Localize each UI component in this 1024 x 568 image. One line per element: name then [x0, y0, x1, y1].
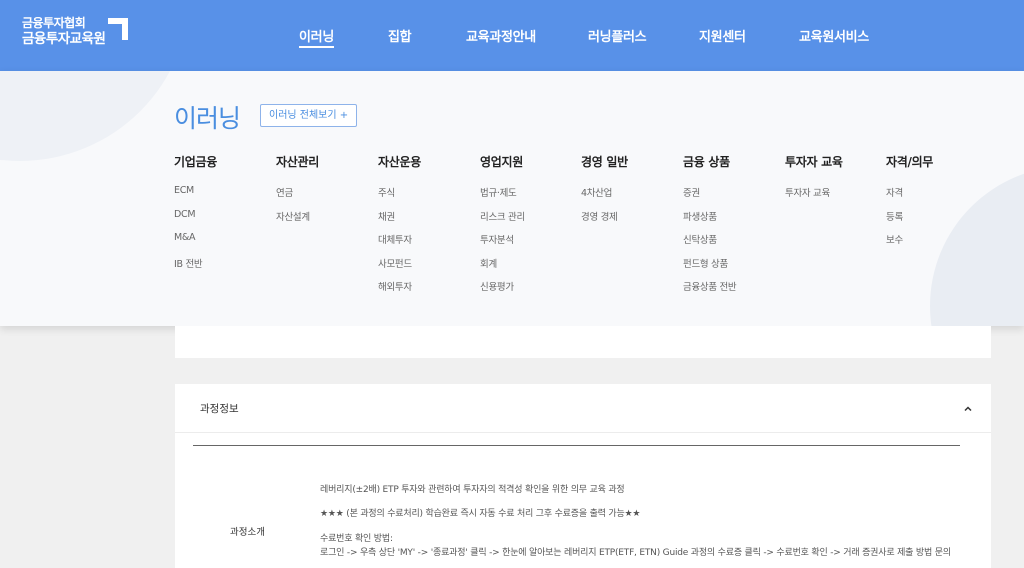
menu-item[interactable]: 사모펀드: [378, 256, 421, 280]
menu-column-heading[interactable]: 영업지원: [480, 153, 525, 170]
course-intro-text: 로그인 -> 우측 상단 'MY' -> '종료과정' 클릭 -> 한눈에 알아…: [320, 548, 951, 558]
nav-support-center[interactable]: 지원센터: [699, 26, 746, 45]
chevron-up-icon[interactable]: [963, 404, 973, 414]
menu-column: 투자자 교육 투자자 교육: [785, 153, 843, 209]
view-all-elearning-button[interactable]: 이러닝 전체보기 +: [260, 104, 358, 127]
menu-item[interactable]: 파생상품: [683, 209, 736, 233]
menu-item[interactable]: 연금: [276, 185, 319, 209]
menu-column: 경영 일반 4차산업 경영 경제: [581, 153, 628, 232]
top-header: 금융투자협회 금융투자교육원 이러닝 집합 교육과정안내 러닝플러스 지원센터 …: [0, 0, 1024, 71]
menu-item[interactable]: 회계: [480, 256, 525, 280]
menu-item[interactable]: M&A: [174, 232, 217, 256]
course-intro-text: ★★★ (본 과정의 수료처리) 학습완료 즉시 자동 수료 처리 그후 수료증…: [320, 509, 641, 519]
menu-item[interactable]: 자격: [886, 185, 933, 209]
menu-item[interactable]: 리스크 관리: [480, 209, 525, 233]
nav-elearning[interactable]: 이러닝: [299, 26, 334, 48]
logo-line1: 금융투자협회: [22, 16, 86, 30]
menu-item[interactable]: 해외투자: [378, 279, 421, 303]
nav-classroom[interactable]: 집합: [388, 26, 412, 45]
menu-item[interactable]: 자산설계: [276, 209, 319, 233]
menu-item[interactable]: 펀드형 상품: [683, 256, 736, 280]
menu-item[interactable]: 금융상품 전반: [683, 279, 737, 303]
menu-item[interactable]: 신탁상품: [683, 232, 736, 256]
menu-item[interactable]: 주식: [378, 185, 421, 209]
menu-column: 자산운용 주식 채권 대체투자 사모펀드 해외투자: [378, 153, 421, 303]
course-intro-text: 레버리지(±2배) ETP 투자와 관련하여 투자자의 적격성 확인을 위한 의…: [320, 485, 625, 495]
menu-item[interactable]: ECM: [174, 185, 217, 209]
menu-column-heading[interactable]: 기업금융: [174, 153, 217, 170]
menu-column-heading[interactable]: 투자자 교육: [785, 153, 843, 170]
menu-item[interactable]: 경영 경제: [581, 209, 628, 233]
decorative-circle: [0, 71, 190, 161]
menu-item[interactable]: 보수: [886, 232, 933, 256]
menu-column: 기업금융 ECM DCM M&A IB 전반: [174, 153, 217, 279]
menu-item[interactable]: 4차산업: [581, 185, 628, 209]
menu-column-heading[interactable]: 금융 상품: [683, 153, 736, 170]
section-divider: [193, 445, 960, 446]
decorative-circle: [930, 166, 1024, 326]
content-card: [175, 326, 991, 358]
menu-item[interactable]: 투자자 교육: [785, 185, 843, 209]
mega-menu-title: 이러닝: [174, 104, 241, 133]
menu-column: 금융 상품 증권 파생상품 신탁상품 펀드형 상품 금융상품 전반: [683, 153, 737, 303]
menu-column-heading[interactable]: 경영 일반: [581, 153, 628, 170]
course-info-title: 과정정보: [200, 403, 239, 415]
nav-learning-plus[interactable]: 러닝플러스: [588, 26, 647, 45]
menu-column-heading[interactable]: 자산운용: [378, 153, 421, 170]
nav-services[interactable]: 교육원서비스: [799, 26, 869, 45]
logo-line2: 금융투자교육원: [22, 31, 106, 47]
menu-item[interactable]: DCM: [174, 209, 217, 233]
menu-item[interactable]: 신용평가: [480, 279, 525, 303]
menu-item[interactable]: 등록: [886, 209, 933, 233]
logo-mark-icon: [108, 18, 128, 40]
menu-item[interactable]: 대체투자: [378, 232, 421, 256]
course-intro-text: 수료번호 확인 방법:: [320, 534, 393, 544]
course-info-header[interactable]: 과정정보: [175, 384, 991, 433]
menu-item[interactable]: IB 전반: [174, 256, 217, 280]
menu-column: 자산관리 연금 자산설계: [276, 153, 319, 232]
menu-column-heading[interactable]: 자산관리: [276, 153, 319, 170]
site-logo[interactable]: 금융투자협회 금융투자교육원: [22, 16, 106, 48]
menu-item[interactable]: 증권: [683, 185, 736, 209]
course-intro-label: 과정소개: [230, 527, 265, 538]
menu-item[interactable]: 채권: [378, 209, 421, 233]
mega-menu-panel: 이러닝 이러닝 전체보기 + 기업금융 ECM DCM M&A IB 전반 자산…: [0, 71, 1024, 326]
menu-column: 자격/의무 자격 등록 보수: [886, 153, 933, 256]
menu-item[interactable]: 투자분석: [480, 232, 525, 256]
menu-column-heading[interactable]: 자격/의무: [886, 153, 933, 170]
nav-course-guide[interactable]: 교육과정안내: [466, 26, 536, 45]
course-info-card: 과정정보 과정소개 레버리지(±2배) ETP 투자와 관련하여 투자자의 적격…: [175, 384, 991, 568]
menu-item[interactable]: 법규·제도: [480, 185, 525, 209]
menu-column: 영업지원 법규·제도 리스크 관리 투자분석 회계 신용평가: [480, 153, 525, 303]
